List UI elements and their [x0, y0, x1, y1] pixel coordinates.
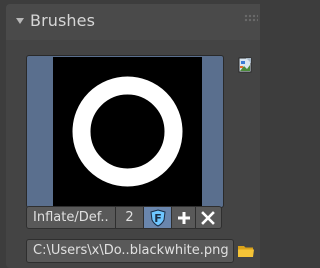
image-icon — [238, 57, 252, 73]
plus-icon — [178, 212, 190, 224]
browse-brush-button[interactable] — [236, 56, 254, 74]
user-count-field[interactable]: 2 — [116, 206, 144, 229]
shield-f-icon: F — [150, 209, 166, 227]
x-icon — [201, 211, 215, 225]
unlink-brush-button[interactable] — [196, 206, 222, 229]
panel-title: Brushes — [30, 11, 96, 30]
collapse-triangle-icon[interactable] — [16, 18, 24, 24]
brush-name-field[interactable]: Inflate/Def.. — [26, 206, 116, 229]
ring-circle-icon — [72, 76, 183, 187]
open-file-button[interactable] — [237, 242, 255, 260]
texture-path-field[interactable]: C:\Users\x\Do..blackwhite.png — [26, 239, 234, 263]
folder-icon — [238, 246, 254, 257]
drag-grip-icon[interactable] — [244, 14, 258, 22]
fake-user-button[interactable]: F — [144, 206, 172, 229]
new-brush-button[interactable] — [172, 206, 196, 229]
brush-preview-image[interactable] — [53, 57, 202, 206]
fake-user-label: F — [154, 212, 162, 225]
